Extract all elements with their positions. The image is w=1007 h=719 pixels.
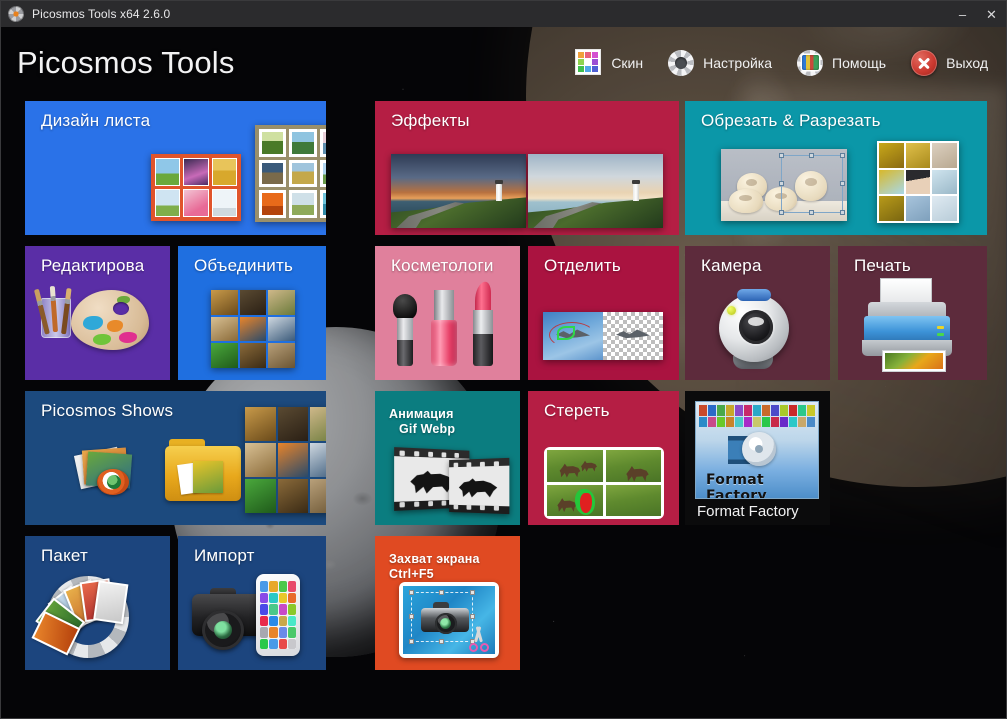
toolbar-icons-strip: [699, 405, 815, 427]
sliced-portrait-thumbnail: [877, 141, 959, 223]
photo-transparent-background: [603, 312, 663, 360]
tile-label-screen-capture: Захват экрана Ctrl+F5: [389, 552, 480, 582]
toolbar-item-skin[interactable]: Скин: [573, 46, 645, 80]
tile-grid: Дизайн листа Эф: [1, 1, 1006, 718]
application-window: Picosmos Tools x64 2.6.0 – ✕ Picosmos To…: [0, 0, 1007, 719]
tile-format-factory[interactable]: Format Factory Format Factory: [685, 391, 830, 525]
selection-marquee: [411, 592, 473, 642]
window-title: Picosmos Tools x64 2.6.0: [32, 7, 170, 21]
tile-batch[interactable]: Пакет: [25, 536, 170, 670]
lipstick-icon: [471, 282, 495, 366]
toolbar-item-settings[interactable]: Настройка: [665, 46, 774, 80]
tile-label-effects: Эффекты: [391, 111, 470, 131]
skin-palette-icon: [575, 49, 603, 77]
photo-viewer-icon: [75, 443, 141, 501]
format-factory-logo: Format Factory: [695, 401, 819, 499]
film-strip-icon: [449, 458, 509, 514]
help-icon: [796, 49, 824, 77]
tile-separate[interactable]: Отделить: [528, 246, 679, 380]
photo-card: [93, 580, 128, 624]
stamp-grid-thumbnail: [255, 125, 326, 222]
tile-label-format-factory: Format Factory: [697, 503, 799, 520]
tile-label-animation-line1: Анимация: [389, 407, 454, 421]
tile-label-capture-shortcut: Ctrl+F5: [389, 567, 434, 581]
tile-label-print: Печать: [854, 256, 911, 276]
lighthouse-photo-after: [528, 154, 663, 228]
tile-merge[interactable]: Объединить: [178, 246, 326, 380]
tile-animation[interactable]: Анимация Gif Webp: [375, 391, 520, 525]
webcam-icon: [719, 294, 789, 362]
crop-selection-frame[interactable]: [781, 155, 843, 213]
tile-sheet-design[interactable]: Дизайн листа: [25, 101, 326, 235]
toolbar-item-exit[interactable]: Выход: [908, 46, 990, 80]
toolbar-label-settings: Настройка: [703, 55, 772, 71]
tile-import[interactable]: Импорт: [178, 536, 326, 670]
tile-label-camera: Камера: [701, 256, 762, 276]
app-gear-icon: [8, 6, 24, 22]
palette-icon: [71, 290, 149, 350]
tile-label-import: Импорт: [194, 546, 255, 566]
tile-effects[interactable]: Эффекты: [375, 101, 679, 235]
nail-polish-icon: [431, 290, 457, 366]
tile-picosmos-shows[interactable]: Picosmos Shows: [25, 391, 326, 525]
tile-label-edit: Редактирова: [41, 256, 144, 276]
animal-grid-thumbnail: [245, 407, 326, 513]
close-button[interactable]: ✕: [977, 1, 1006, 27]
collage-thumbnail: [151, 154, 241, 221]
toolbar-label-skin: Скин: [611, 55, 643, 71]
screen-capture-icon: [399, 582, 499, 658]
deer-photo-marked: [547, 485, 603, 517]
toolbar-label-exit: Выход: [946, 55, 988, 71]
background-removal-thumbnail: [543, 312, 663, 360]
tile-label-animation-line2: Gif Webp: [399, 422, 455, 437]
deer-photo-empty: [606, 485, 662, 517]
puppies-photo: [721, 149, 847, 221]
tile-label-separate: Отделить: [544, 256, 621, 276]
photo-with-background: [543, 312, 603, 360]
tile-label-batch: Пакет: [41, 546, 88, 566]
tile-crop-and-split[interactable]: Обрезать & Разрезать: [685, 101, 987, 235]
tile-label-cosmetology: Косметологи: [391, 256, 494, 276]
app-header: Picosmos Tools Скин Настройка Помощ: [1, 27, 1006, 99]
gear-icon: [667, 49, 695, 77]
tile-camera[interactable]: Камера: [685, 246, 830, 380]
deer-photo-result: [606, 450, 662, 482]
smartphone-icon: [256, 574, 300, 656]
tile-label-animation: Анимация Gif Webp: [389, 407, 455, 437]
media-disc-icon: [728, 430, 784, 472]
header-toolbar: Скин Настройка Помощь Выход: [573, 46, 990, 80]
tile-label-picosmos-shows: Picosmos Shows: [41, 401, 173, 421]
makeup-brush-icon: [393, 294, 417, 366]
tile-erase[interactable]: Стереть: [528, 391, 679, 525]
toolbar-item-help[interactable]: Помощь: [794, 46, 888, 80]
toolbar-label-help: Помощь: [832, 55, 886, 71]
page-title: Picosmos Tools: [17, 45, 235, 81]
lighthouse-photo-before: [391, 154, 526, 228]
tile-screen-capture[interactable]: Захват экрана Ctrl+F5: [375, 536, 520, 670]
window-controls: – ✕: [948, 1, 1006, 27]
printed-photo: [882, 350, 946, 372]
folder-icon: [165, 439, 241, 501]
animal-grid-thumbnail: [211, 290, 295, 368]
tile-edit[interactable]: Редактирова: [25, 246, 170, 380]
tile-label-capture-line1: Захват экрана: [389, 552, 480, 566]
tile-label-crop-and-split: Обрезать & Разрезать: [701, 111, 881, 131]
tile-cosmetology[interactable]: Косметологи: [375, 246, 520, 380]
scissors-icon: [467, 626, 491, 652]
format-factory-logo-text: Format Factory: [706, 476, 819, 499]
tile-label-sheet-design: Дизайн листа: [41, 111, 150, 131]
exit-icon: [910, 49, 938, 77]
deer-photo-original: [547, 450, 603, 482]
erase-demo-thumbnail: [544, 447, 664, 519]
title-bar: Picosmos Tools x64 2.6.0 – ✕: [1, 1, 1006, 27]
minimize-button[interactable]: –: [948, 1, 977, 27]
tile-label-merge: Объединить: [194, 256, 293, 276]
tile-label-erase: Стереть: [544, 401, 610, 421]
tile-print[interactable]: Печать: [838, 246, 987, 380]
